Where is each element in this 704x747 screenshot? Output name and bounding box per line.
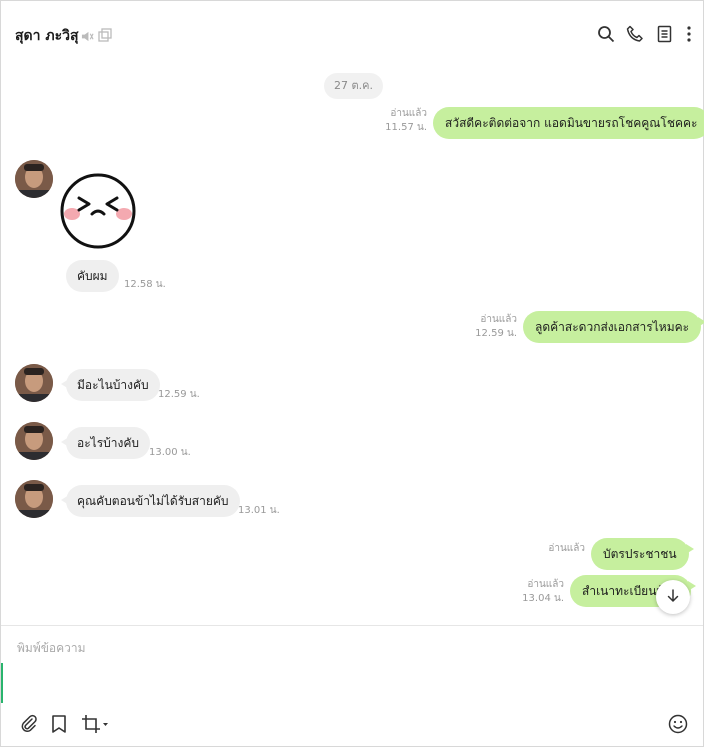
message-time: 12.59 น. bbox=[475, 328, 517, 339]
date-separator: 27 ต.ค. bbox=[324, 73, 383, 99]
outgoing-message[interactable]: บัตรประชาชน bbox=[591, 538, 694, 570]
read-receipt: อ่านแล้ว bbox=[548, 543, 585, 554]
avatar[interactable] bbox=[15, 422, 53, 460]
message-time: 11.57 น. bbox=[385, 122, 427, 133]
outgoing-message[interactable]: สวัสดีคะติดต่อจาก แอดมินขายรถโชคคูณโชคคะ bbox=[433, 107, 704, 139]
incoming-message[interactable]: อะไรบ้างคับ bbox=[61, 427, 150, 459]
incoming-message[interactable]: คุณคับตอนข้าไม่ได้รับสายคับ bbox=[61, 485, 240, 517]
outgoing-message[interactable]: ลูดค้าสะดวกส่งเอกสารไหมคะ bbox=[523, 311, 704, 343]
chat-title: สุดา ภะวิสุ bbox=[15, 28, 79, 44]
arrow-down-icon bbox=[666, 588, 680, 607]
paperclip-icon[interactable] bbox=[19, 714, 41, 736]
message-time: 12.58 น. bbox=[124, 279, 166, 290]
incoming-message[interactable]: มีอะไนบ้างคับ bbox=[61, 369, 160, 401]
read-receipt: อ่านแล้ว bbox=[527, 579, 564, 590]
message-meta: อ่านแล้ว 11.57 น. bbox=[385, 107, 427, 135]
notes-icon[interactable] bbox=[657, 25, 679, 47]
message-time: 12.59 น. bbox=[158, 389, 200, 400]
avatar[interactable] bbox=[15, 480, 53, 518]
emoji-icon[interactable] bbox=[668, 714, 690, 736]
message-meta: อ่านแล้ว 12.59 น. bbox=[475, 313, 517, 341]
scroll-to-bottom-button[interactable] bbox=[656, 580, 690, 614]
popout-icon[interactable] bbox=[98, 27, 112, 46]
message-input[interactable] bbox=[15, 637, 639, 701]
more-vertical-icon[interactable] bbox=[684, 25, 704, 47]
composer-divider bbox=[1, 625, 703, 626]
message-time: 13.04 น. bbox=[522, 593, 564, 604]
phone-icon[interactable] bbox=[626, 25, 648, 47]
speaker-muted-icon[interactable] bbox=[81, 28, 94, 47]
bookmark-icon[interactable] bbox=[51, 714, 73, 736]
search-icon[interactable] bbox=[597, 25, 619, 47]
incoming-message[interactable]: คับผม bbox=[66, 260, 119, 292]
read-receipt: อ่านแล้ว bbox=[480, 314, 517, 325]
focus-indicator bbox=[1, 663, 3, 703]
message-meta: อ่านแล้ว bbox=[548, 542, 585, 556]
message-meta: อ่านแล้ว 13.04 น. bbox=[522, 578, 564, 606]
message-time: 13.01 น. bbox=[238, 505, 280, 516]
avatar[interactable] bbox=[15, 364, 53, 402]
message-time: 13.00 น. bbox=[149, 447, 191, 458]
avatar[interactable] bbox=[15, 160, 53, 198]
chat-header: สุดา ภะวิสุ bbox=[1, 1, 703, 65]
crop-icon[interactable] bbox=[81, 714, 111, 736]
squinting-face-sticker[interactable] bbox=[59, 172, 137, 250]
chat-window: สุดา ภะวิสุ 27 ต.ค. อ่านแล้ว 11.57 น. สว… bbox=[0, 0, 704, 747]
read-receipt: อ่านแล้ว bbox=[390, 108, 427, 119]
